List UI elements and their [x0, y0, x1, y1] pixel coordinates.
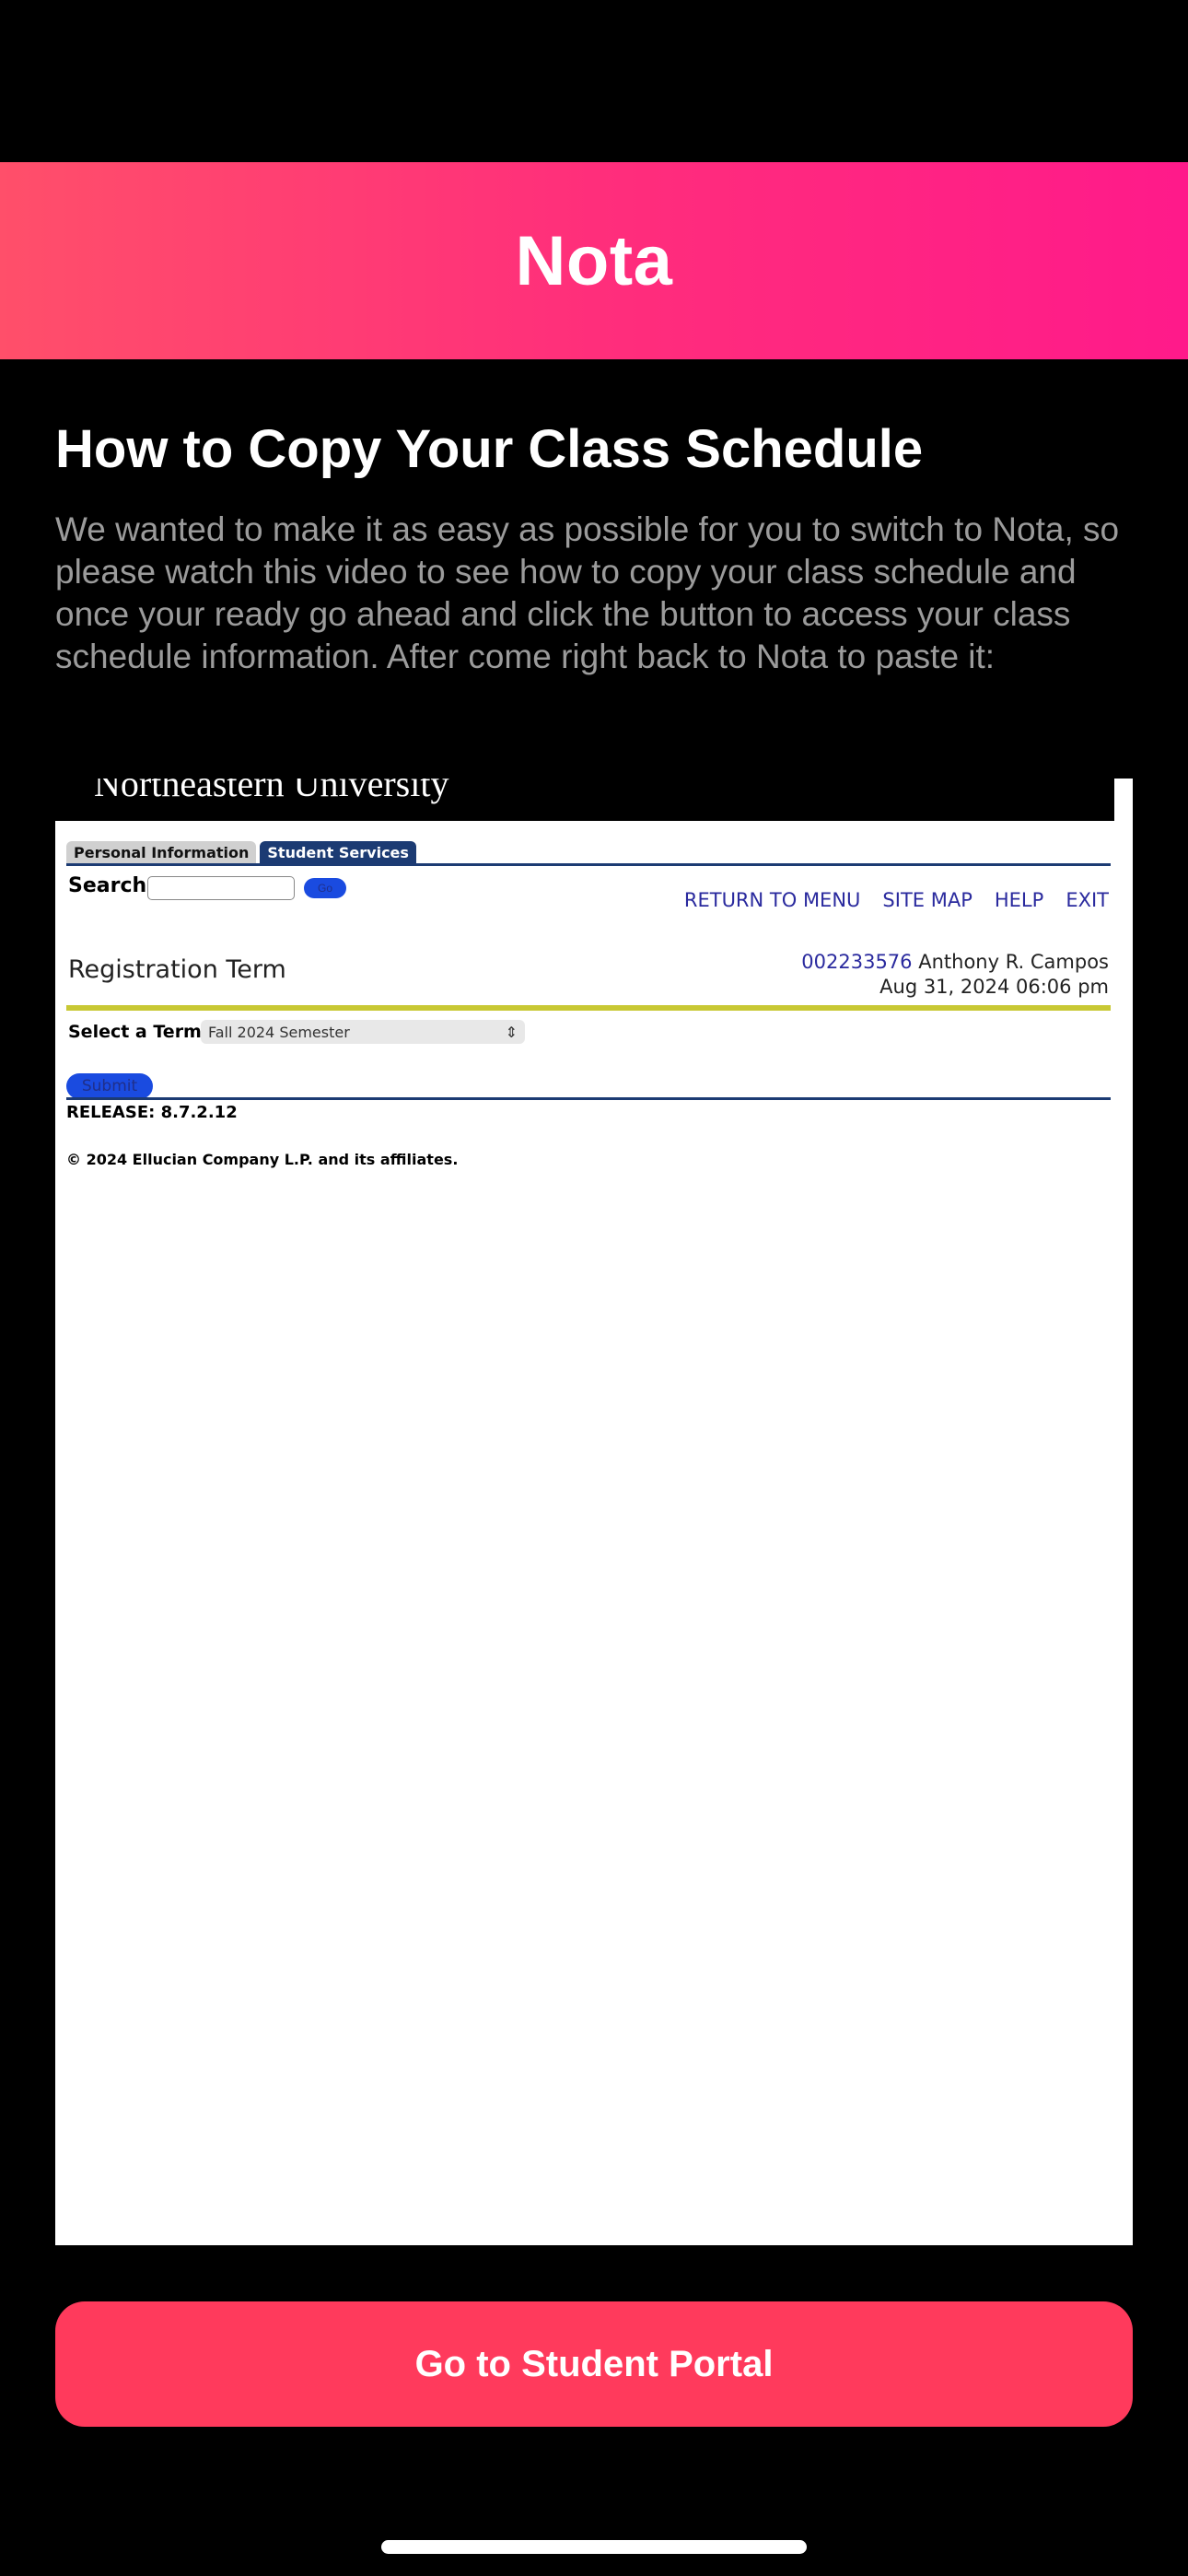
tab-student-services: Student Services	[260, 841, 416, 864]
user-info: 002233576 Anthony R. Campos Aug 31, 2024…	[801, 950, 1109, 1000]
select-arrows-icon: ⇕	[505, 1023, 518, 1041]
search-input	[147, 876, 295, 900]
search-label: Search	[68, 874, 147, 897]
intro-text: We wanted to make it as easy as possible…	[55, 510, 1120, 675]
tutorial-video[interactable]: Northeastern University Personal Informa…	[55, 779, 1133, 2245]
copyright-text: © 2024 Ellucian Company L.P. and its aff…	[66, 1151, 459, 1168]
portal-tabs: Personal Information Student Services	[66, 841, 416, 864]
status-bar	[0, 0, 1188, 162]
student-id: 002233576	[801, 951, 913, 973]
home-indicator[interactable]	[381, 2540, 807, 2554]
student-name: Anthony R. Campos	[918, 951, 1109, 973]
banner-text: Northeastern University	[94, 779, 449, 804]
release-text: RELEASE: 8.7.2.12	[66, 1103, 238, 1122]
term-select: Fall 2024 Semester ⇕	[201, 1020, 525, 1044]
yellow-divider	[66, 1005, 1111, 1011]
app-header: Nota	[0, 162, 1188, 359]
return-to-menu-link: RETURN TO MENU	[683, 889, 861, 911]
tab-personal-information: Personal Information	[66, 841, 257, 864]
site-map-link: SITE MAP	[882, 889, 973, 911]
page-title: How to Copy Your Class Schedule	[55, 419, 924, 479]
term-label: Select a Term:	[68, 1022, 209, 1042]
help-link: HELP	[994, 889, 1044, 911]
tab-divider	[66, 863, 1111, 866]
go-button: Go	[304, 878, 346, 898]
submit-button: Submit	[66, 1073, 153, 1099]
top-links: RETURN TO MENU SITE MAP HELP EXIT	[684, 889, 1109, 911]
footer-divider	[66, 1097, 1111, 1100]
session-datetime: Aug 31, 2024 06:06 pm	[879, 976, 1109, 998]
go-to-student-portal-button[interactable]: Go to Student Portal	[55, 2301, 1133, 2427]
university-banner: Northeastern University	[55, 779, 1114, 821]
exit-link: EXIT	[1066, 889, 1109, 911]
term-select-value: Fall 2024 Semester	[208, 1023, 350, 1041]
app-title: Nota	[515, 221, 673, 300]
registration-term-title: Registration Term	[68, 955, 286, 984]
